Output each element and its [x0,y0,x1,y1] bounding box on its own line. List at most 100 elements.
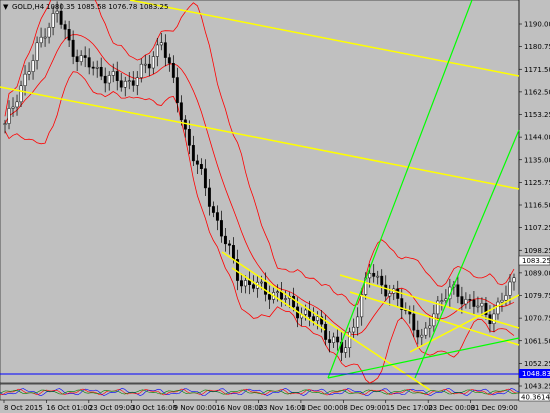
candle-body [183,119,187,130]
candle-body [292,295,296,308]
candle-body [47,27,51,38]
price-label: 1125.75 [524,179,550,187]
price-label: 1116.50 [524,202,550,210]
dropdown-icon[interactable]: ▼ [3,3,9,11]
candle-body [27,71,31,75]
candle-body [380,275,384,286]
price-chart[interactable]: ▼ GOLD,H4 1080.35 1085.58 1076.78 1083.2… [0,0,550,413]
candle-body [75,56,79,62]
candle-body [163,42,167,58]
candle-body [388,293,392,297]
candle-body [67,29,71,41]
candle-body [412,313,416,331]
chart-window: ▼ GOLD,H4 1080.35 1085.58 1076.78 1083.2… [0,0,550,413]
candle-body [171,62,175,78]
time-label: 8 Dec 09:00 [343,404,386,412]
candle-body [215,212,219,221]
candle-body [95,66,99,69]
candle-body [492,313,496,324]
candle-body [336,336,340,343]
candle-body [227,243,231,246]
candle-body [396,288,400,299]
time-label: 9 Nov 00:00 [174,404,217,412]
candle-body [43,36,47,39]
candle-body [384,284,388,297]
candle-body [508,281,512,296]
time-label: 15 Dec 17:00 [386,404,433,412]
candle-body [59,10,63,25]
candle-body [55,10,59,14]
candle-body [179,102,183,121]
candle-body [151,56,155,69]
candle-body [244,280,247,287]
candle-body [268,294,271,300]
candle-body [135,77,139,86]
candle-body [15,101,19,108]
candle-body [312,316,316,321]
candle-body [127,80,131,82]
candle-body [456,284,460,297]
candle-body [316,316,320,321]
candle-body [115,71,119,81]
subwindow-value-label: 40.3614 [521,394,550,402]
candle-body [11,106,15,109]
candle-body [143,63,147,66]
price-label: 1162.50 [524,88,550,96]
candle-body [31,60,35,72]
candle-body [91,66,95,69]
candle-body [51,13,55,28]
candle-body [39,36,43,44]
candle-body [3,123,7,125]
time-label: 30 Oct 16:00 [131,404,177,412]
candle-body [444,298,448,301]
candle-body [99,66,103,77]
candle-body [428,325,432,329]
price-label: 1052.25 [524,360,550,368]
price-label: 1171.50 [524,66,550,74]
price-label: 1089.00 [524,269,550,277]
candle-body [7,108,11,124]
time-label: 23 Oct 09:00 [89,404,135,412]
candle-body [304,309,308,315]
candle-body [464,299,468,305]
candle-body [191,145,195,162]
candle-body [356,316,360,328]
candle-body [264,281,267,295]
candle-body [107,75,111,84]
candle-body [103,75,107,84]
candle-body [440,300,444,302]
candle-body [240,280,243,287]
time-label: 23 Dec 00:00 [428,404,475,412]
price-axis: 1190.00 1180.75 1171.50 1162.50 1153.25 1144.… [519,21,550,391]
candle-body [496,301,500,315]
candle-body [231,245,235,260]
candle-body [328,339,332,343]
candle-body [472,299,476,307]
candle-body [424,327,428,336]
candle-body [63,24,67,30]
candle-body [504,295,508,301]
candle-body [372,272,376,277]
candle-body [219,220,223,237]
price-label: 1043.25 [524,383,550,391]
candle-body [223,235,227,245]
candle-body [187,129,191,146]
candle-body [131,80,135,86]
symbol-label: GOLD,H4 [12,3,45,11]
candle-body [123,80,127,88]
candle-body [500,299,504,303]
price-label: 1107.25 [524,224,550,232]
candle-body [147,63,151,69]
time-axis: 8 Oct 2015 16 Oct 01:0023 Oct 09:0030 Oct… [3,400,518,412]
price-label: 1135.00 [524,156,550,164]
time-label: 16 Nov 08:00 [216,404,263,412]
candle-body [432,313,436,327]
candle-body [368,272,372,279]
candle-body [119,80,123,88]
candle-body [436,300,440,315]
candle-body [211,206,215,213]
price-label: 1098.25 [524,247,550,255]
candle-body [284,298,288,300]
candle-body [35,42,39,61]
ohlc-values: 1080.35 1085.58 1076.78 1083.25 [46,3,168,11]
